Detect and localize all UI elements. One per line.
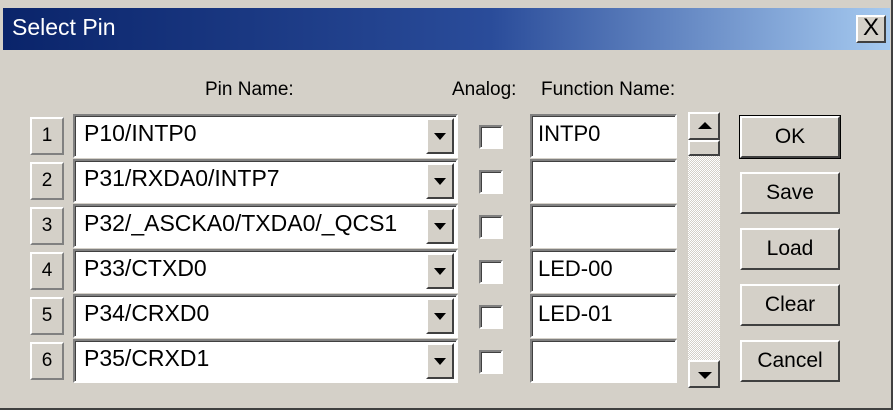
row-number: 2 xyxy=(30,162,64,200)
function-name-field[interactable]: LED-01 xyxy=(530,294,677,338)
function-name-field[interactable] xyxy=(530,159,677,203)
ok-button[interactable]: OK xyxy=(739,115,841,159)
close-button[interactable]: X xyxy=(856,15,886,43)
vertical-scrollbar[interactable] xyxy=(688,112,720,388)
function-name-header: Function Name: xyxy=(541,79,676,100)
pin-name-header: Pin Name: xyxy=(205,79,294,100)
cancel-button[interactable]: Cancel xyxy=(740,340,840,382)
scrollbar-thumb[interactable] xyxy=(688,140,720,156)
select-pin-dialog: Select Pin X Pin Name: Analog: Function … xyxy=(0,0,893,410)
clear-label: Clear xyxy=(764,293,816,316)
dropdown-arrow-icon[interactable] xyxy=(426,253,454,289)
dropdown-arrow-icon[interactable] xyxy=(426,163,454,199)
save-button[interactable]: Save xyxy=(740,172,840,214)
dropdown-arrow-icon[interactable] xyxy=(426,208,454,244)
row-number: 6 xyxy=(30,342,64,380)
analog-checkbox[interactable] xyxy=(479,305,503,329)
pin-select-value: P33/CTXD0 xyxy=(84,255,207,281)
row-number: 3 xyxy=(30,207,64,245)
pin-select-value: P32/_ASCKA0/TXDA0/_QCS1 xyxy=(84,210,398,236)
cancel-label: Cancel xyxy=(757,349,823,372)
pin-select-value: P34/CRXD0 xyxy=(84,300,210,326)
function-name-value: LED-01 xyxy=(538,301,613,326)
close-icon: X xyxy=(862,14,879,41)
analog-checkbox[interactable] xyxy=(479,350,503,374)
analog-checkbox[interactable] xyxy=(479,170,503,194)
pin-select[interactable]: P35/CRXD1 xyxy=(73,339,458,383)
function-name-field[interactable]: INTP0 xyxy=(530,114,677,158)
row-number: 4 xyxy=(30,252,64,290)
scroll-up-icon[interactable] xyxy=(688,112,720,140)
title-bar[interactable]: Select Pin X xyxy=(3,8,890,50)
row-number: 1 xyxy=(30,117,64,155)
scroll-down-icon[interactable] xyxy=(688,360,720,388)
dialog-title: Select Pin xyxy=(12,14,116,40)
pin-select[interactable]: P33/CTXD0 xyxy=(73,249,458,293)
ok-label: OK xyxy=(774,125,806,148)
dropdown-arrow-icon[interactable] xyxy=(426,343,454,379)
function-name-field[interactable]: LED-00 xyxy=(530,249,677,293)
analog-checkbox[interactable] xyxy=(479,215,503,239)
function-name-field[interactable] xyxy=(530,204,677,248)
pin-select-value: P35/CRXD1 xyxy=(84,345,210,371)
dropdown-arrow-icon[interactable] xyxy=(426,298,454,334)
pin-select[interactable]: P31/RXDA0/INTP7 xyxy=(73,159,458,203)
function-name-field[interactable] xyxy=(530,339,677,383)
pin-select-value: P10/INTP0 xyxy=(84,120,197,146)
row-number: 5 xyxy=(30,297,64,335)
pin-select-value: P31/RXDA0/INTP7 xyxy=(84,165,280,191)
pin-select[interactable]: P10/INTP0 xyxy=(73,114,458,158)
analog-checkbox[interactable] xyxy=(479,260,503,284)
pin-select[interactable]: P32/_ASCKA0/TXDA0/_QCS1 xyxy=(73,204,458,248)
analog-checkbox[interactable] xyxy=(479,125,503,149)
pin-select[interactable]: P34/CRXD0 xyxy=(73,294,458,338)
function-name-value: INTP0 xyxy=(538,121,601,146)
clear-button[interactable]: Clear xyxy=(740,284,840,326)
save-label: Save xyxy=(766,181,814,204)
load-button[interactable]: Load xyxy=(740,228,840,270)
analog-header: Analog: xyxy=(452,79,517,100)
dropdown-arrow-icon[interactable] xyxy=(426,118,454,154)
function-name-value: LED-00 xyxy=(538,256,613,281)
load-label: Load xyxy=(766,237,814,260)
